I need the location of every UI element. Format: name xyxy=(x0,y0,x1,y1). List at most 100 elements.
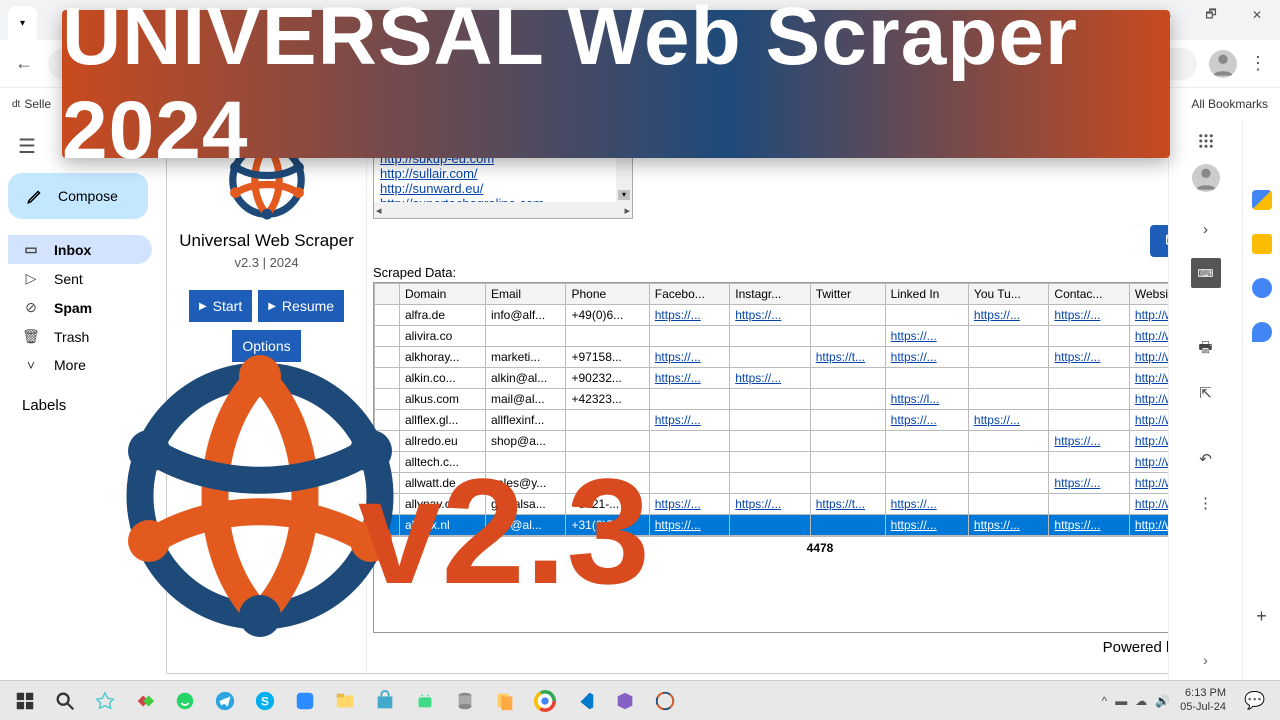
compose-button[interactable]: Compose xyxy=(8,173,148,219)
whatsapp-icon[interactable] xyxy=(166,683,204,719)
all-bookmarks[interactable]: All Bookmarks xyxy=(1191,97,1268,111)
cell xyxy=(730,431,810,452)
scrollbar-horizontal[interactable]: ◂▸ xyxy=(374,202,632,218)
sidebar-item-label: Inbox xyxy=(54,242,91,258)
window-maximize[interactable]: 🗗 xyxy=(1188,0,1234,30)
cell: alkus.com xyxy=(399,389,485,410)
chevron-right-icon[interactable]: › xyxy=(1191,214,1221,244)
calendar-app-icon[interactable] xyxy=(1252,190,1272,210)
sidebar-item-label: Trash xyxy=(54,329,89,345)
table-row[interactable]: alivira.cohttps://...http://w...382 xyxy=(375,326,1266,347)
vscode-icon[interactable] xyxy=(566,683,604,719)
column-header[interactable]: Twitter xyxy=(810,284,885,305)
cell: https://... xyxy=(1049,473,1129,494)
cell: https://... xyxy=(649,368,729,389)
more-icon: ˅ xyxy=(22,357,40,373)
table-row[interactable]: alkhoray...marketi...+97158...https://..… xyxy=(375,347,1266,368)
cell xyxy=(730,410,810,431)
back-button[interactable]: ← xyxy=(12,52,36,76)
cell: allflexinf... xyxy=(486,410,566,431)
add-app-icon[interactable]: + xyxy=(1252,606,1272,626)
google-side-apps: + xyxy=(1242,120,1280,680)
profile-avatar[interactable] xyxy=(1209,50,1237,78)
contacts-app-icon[interactable] xyxy=(1252,322,1272,342)
column-header[interactable]: Email xyxy=(486,284,566,305)
start-menu-icon[interactable] xyxy=(6,683,44,719)
system-tray[interactable]: ^▬☁🔊 xyxy=(1102,694,1171,708)
tasks-app-icon[interactable] xyxy=(1252,278,1272,298)
column-header[interactable]: Domain xyxy=(399,284,485,305)
column-header[interactable]: Facebo... xyxy=(649,284,729,305)
more-icon[interactable]: ⋮ xyxy=(1191,488,1221,518)
open-new-icon[interactable]: ⇱ xyxy=(1191,378,1221,408)
cell: https://t... xyxy=(810,347,885,368)
window-close[interactable]: ✕ xyxy=(1234,0,1280,30)
chevron-expand-icon[interactable]: › xyxy=(1203,652,1208,668)
cell xyxy=(968,368,1048,389)
table-row[interactable]: alfra.deinfo@alf...+49(0)6...https://...… xyxy=(375,305,1266,326)
taskbar-clock[interactable]: 6:13 PM05-Jul-24 xyxy=(1180,687,1226,713)
table-row[interactable]: allflex.gl...allflexinf...https://...htt… xyxy=(375,410,1266,431)
chrome-icon[interactable] xyxy=(526,683,564,719)
column-header[interactable]: Linked In xyxy=(885,284,968,305)
telegram-icon[interactable] xyxy=(206,683,244,719)
cell xyxy=(375,326,400,347)
cell: https://... xyxy=(730,305,810,326)
cell xyxy=(810,326,885,347)
browser-tab[interactable]: ▾ xyxy=(8,6,37,40)
cell xyxy=(885,431,968,452)
print-icon[interactable]: 🖶 xyxy=(1191,334,1221,364)
copilot-icon[interactable] xyxy=(86,683,124,719)
scraper-taskbar-icon[interactable] xyxy=(646,683,684,719)
cell xyxy=(810,515,885,536)
cell: https://t... xyxy=(810,494,885,515)
explorer-icon[interactable] xyxy=(326,683,364,719)
undo-icon[interactable]: ↶ xyxy=(1191,444,1221,474)
resume-button[interactable]: ▶Resume xyxy=(258,290,344,322)
cell xyxy=(566,410,649,431)
play-icon: ▶ xyxy=(199,301,207,312)
bookmark-item[interactable]: dt Selle xyxy=(12,97,51,111)
skype-icon[interactable]: S xyxy=(246,683,284,719)
column-header[interactable]: You Tu... xyxy=(968,284,1048,305)
cell xyxy=(810,431,885,452)
column-header[interactable]: Instagr... xyxy=(730,284,810,305)
kebab-menu-icon[interactable]: ⋮ xyxy=(1249,53,1268,74)
notifications-icon[interactable]: 💬 xyxy=(1236,683,1274,719)
cell: +49(0)6... xyxy=(566,305,649,326)
user-avatar[interactable] xyxy=(1192,164,1220,192)
store-icon[interactable] xyxy=(366,683,404,719)
sidebar-item-inbox[interactable]: ▭ Inbox xyxy=(8,235,152,264)
table-row[interactable]: alkin.co...alkin@al...+90232...https://.… xyxy=(375,368,1266,389)
files-icon[interactable] xyxy=(486,683,524,719)
keyboard-icon[interactable]: ⌨ xyxy=(1191,258,1221,288)
database-icon[interactable] xyxy=(446,683,484,719)
search-icon[interactable] xyxy=(46,683,84,719)
column-header[interactable]: Contac... xyxy=(1049,284,1129,305)
svg-text:S: S xyxy=(261,694,269,708)
cell: https://... xyxy=(730,494,810,515)
zoom-icon[interactable] xyxy=(286,683,324,719)
sidebar-item-spam[interactable]: ⊘Spam xyxy=(8,293,152,322)
column-header[interactable] xyxy=(375,284,400,305)
cell xyxy=(810,305,885,326)
powered-by: Powered by DEVαLPHA xyxy=(373,639,1267,656)
cell: alivira.co xyxy=(399,326,485,347)
inbox-icon: ▭ xyxy=(22,241,40,258)
queued-url[interactable]: http://sunward.eu/ xyxy=(380,181,626,196)
cell xyxy=(649,431,729,452)
android-icon[interactable] xyxy=(406,683,444,719)
start-button[interactable]: ▶Start xyxy=(189,290,252,322)
vs-icon[interactable] xyxy=(606,683,644,719)
cell xyxy=(968,326,1048,347)
apps-grid-icon[interactable] xyxy=(1197,132,1215,150)
column-header[interactable]: Phone xyxy=(566,284,649,305)
cell xyxy=(968,389,1048,410)
cell: https://... xyxy=(968,410,1048,431)
app-icon-1[interactable] xyxy=(126,683,164,719)
cell xyxy=(1049,410,1129,431)
keep-app-icon[interactable] xyxy=(1252,234,1272,254)
table-row[interactable]: alkus.commail@al...+42323...https://l...… xyxy=(375,389,1266,410)
sidebar-item-sent[interactable]: ▷Sent xyxy=(8,264,152,293)
cell: https://... xyxy=(649,515,729,536)
